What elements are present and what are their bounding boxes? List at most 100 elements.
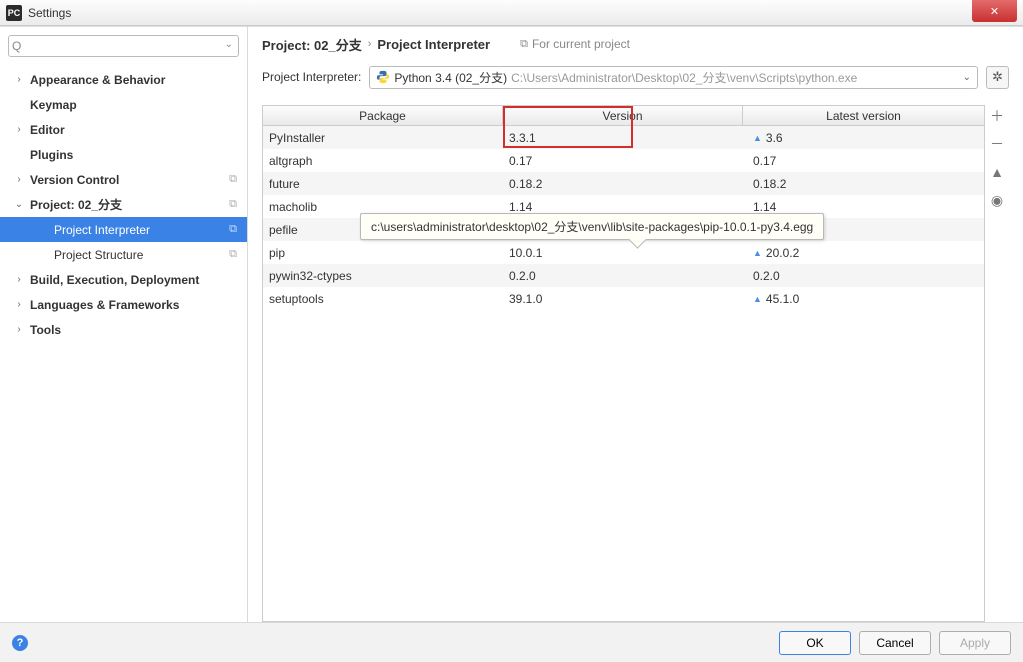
chevron-right-icon: › [14,74,24,85]
upgrade-available-icon: ▲ [753,294,762,304]
tree-item-label: Languages & Frameworks [30,298,179,312]
chevron-down-icon: ⌄ [14,199,24,210]
app-icon: PC [6,5,22,21]
tree-item-editor[interactable]: › Editor [0,117,247,142]
cell-latest-text: 20.0.2 [766,246,799,260]
copy-icon: ⧉ [229,198,237,211]
table-row[interactable]: future0.18.20.18.2 [263,172,984,195]
chevron-right-icon: › [14,124,24,135]
upgrade-available-icon: ▲ [753,248,762,258]
cell-package: pywin32-ctypes [263,269,503,283]
interpreter-label: Project Interpreter: [262,70,361,84]
cell-version: 0.17 [503,154,743,168]
tree-item-label: Keymap [30,98,77,112]
current-project-hint-text: For current project [532,37,630,51]
eye-icon: ◉ [991,192,1003,209]
tree-item-tools[interactable]: ›Tools [0,317,247,342]
show-early-releases-button[interactable]: ◉ [988,191,1006,209]
cell-package: pip [263,246,503,260]
tree-item-label: Build, Execution, Deployment [30,273,199,287]
cell-version: 1.14 [503,200,743,214]
clear-search-icon[interactable]: ⌄ [225,39,233,50]
chevron-down-icon: ⌄ [963,72,971,83]
tree-item-project-interpreter[interactable]: ›Project Interpreter⧉ [0,217,247,242]
remove-package-button[interactable]: － [988,135,1006,153]
header-version[interactable]: Version [503,106,743,125]
tree-item-languages-frameworks[interactable]: › Languages & Frameworks [0,292,247,317]
interpreter-settings-button[interactable]: ✲ [986,66,1009,89]
table-row[interactable]: altgraph0.170.17 [263,149,984,172]
tree-item-plugins[interactable]: ›Plugins [0,142,247,167]
tree-item-build-execution-deployment[interactable]: › Build, Execution, Deployment [0,267,247,292]
cell-latest-text: 3.6 [766,131,783,145]
chevron-right-icon: › [14,174,24,185]
window-title: Settings [28,6,71,20]
dialog-footer: ? OK Cancel Apply [0,622,1023,662]
breadcrumb-separator: › [368,38,372,50]
table-row[interactable]: pip10.0.1 ▲ 20.0.2 [263,241,984,264]
breadcrumb: Project: 02_分支 › Project Interpreter ⧉ F… [248,27,1023,61]
table-row[interactable]: setuptools39.1.0▲45.1.0 [263,287,984,310]
search-input[interactable] [8,35,239,57]
table-row[interactable]: pywin32-ctypes0.2.00.2.0 [263,264,984,287]
cell-package: altgraph [263,154,503,168]
cell-latest: 0.17 [743,154,984,168]
current-project-hint: ⧉ For current project [520,37,630,51]
interpreter-name: Python 3.4 (02_分支) [394,69,507,86]
tree-item-version-control[interactable]: ›Version Control⧉ [0,167,247,192]
interpreter-select[interactable]: Python 3.4 (02_分支) C:\Users\Administrato… [369,66,978,89]
gear-icon: ✲ [992,69,1003,85]
chevron-right-icon: › [14,299,24,310]
tree-item-label: Version Control [30,173,119,187]
plus-icon: ＋ [990,106,1004,126]
tree-item-label: Project: 02_分支 [30,196,122,213]
cell-version: 3.3.1 [503,131,743,145]
add-package-button[interactable]: ＋ [988,107,1006,125]
cell-package: future [263,177,503,191]
cell-latest: ▲ 45.1.0 [743,292,984,306]
python-icon [376,70,390,84]
cell-latest-text: 0.18.2 [753,177,786,191]
tooltip-text: c:\users\administrator\desktop\02_分支\ven… [371,220,813,234]
header-latest[interactable]: Latest version [743,106,984,125]
cell-version: 0.2.0 [503,269,743,283]
cell-version: 0.18.2 [503,177,743,191]
copy-icon: ⧉ [520,38,528,51]
tree-item-project-02-[interactable]: ⌄ Project: 02_分支 ⧉ [0,192,247,217]
tree-item-label: Appearance & Behavior [30,73,165,87]
upgrade-icon: ▲ [990,164,1004,180]
close-button[interactable]: ✕ [972,0,1017,22]
tree-item-appearance-behavior[interactable]: › Appearance & Behavior [0,67,247,92]
settings-sidebar: Q ⌄ ›Appearance & Behavior›Keymap›Editor… [0,27,248,622]
breadcrumb-project: Project: 02_分支 [262,35,362,54]
titlebar: PC Settings ✕ [0,0,1023,26]
tree-item-label: Editor [30,123,65,137]
chevron-right-icon: › [14,274,24,285]
breadcrumb-page: Project Interpreter [377,37,490,52]
cell-latest-text: 0.17 [753,154,776,168]
copy-icon: ⧉ [229,248,237,261]
tree-item-project-structure[interactable]: ›Project Structure⧉ [0,242,247,267]
cell-package: PyInstaller [263,131,503,145]
upgrade-package-button[interactable]: ▲ [988,163,1006,181]
cell-package: setuptools [263,292,503,306]
cancel-button[interactable]: Cancel [859,631,931,655]
minus-icon: － [990,134,1004,154]
tree-item-label: Plugins [30,148,73,162]
table-header: Package Version Latest version [263,106,984,126]
header-package[interactable]: Package [263,106,503,125]
ok-button[interactable]: OK [779,631,851,655]
tooltip: c:\users\administrator\desktop\02_分支\ven… [360,213,824,240]
interpreter-path: C:\Users\Administrator\Desktop\02_分支\ven… [511,69,857,86]
upgrade-available-icon: ▲ [753,133,762,143]
table-row[interactable]: PyInstaller3.3.1 ▲ 3.6 [263,126,984,149]
cell-latest: ▲ 20.0.2 [743,246,984,260]
tree-item-keymap[interactable]: ›Keymap [0,92,247,117]
apply-button[interactable]: Apply [939,631,1011,655]
tree-item-label: Project Structure [54,248,143,262]
cell-version: 10.0.1 [503,246,743,260]
help-button[interactable]: ? [12,635,28,651]
copy-icon: ⧉ [229,223,237,236]
cell-latest: ▲ 3.6 [743,131,984,145]
cell-latest-text: 45.1.0 [766,292,799,306]
